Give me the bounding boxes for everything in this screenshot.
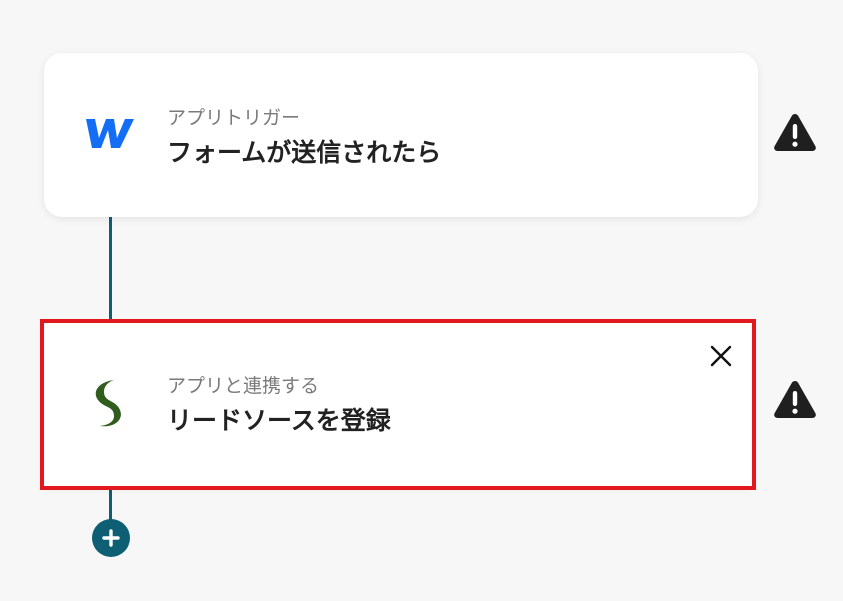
trigger-step-card[interactable]: アプリトリガー フォームが送信されたら xyxy=(44,53,758,217)
add-step-button[interactable] xyxy=(92,519,130,557)
action-step-card[interactable]: アプリと連携する リードソースを登録 xyxy=(40,319,756,490)
step-title: フォームが送信されたら xyxy=(167,138,442,167)
step-type-label: アプリトリガー xyxy=(167,107,301,129)
close-icon[interactable] xyxy=(708,343,734,369)
warning-icon[interactable] xyxy=(772,378,818,420)
webflow-icon xyxy=(84,115,136,155)
plus-icon xyxy=(102,529,120,547)
step-title: リードソースを登録 xyxy=(167,406,391,435)
flow-connector-line xyxy=(109,214,112,324)
step-type-label: アプリと連携する xyxy=(167,375,320,397)
leadsource-icon xyxy=(84,378,132,432)
warning-icon[interactable] xyxy=(772,111,818,153)
